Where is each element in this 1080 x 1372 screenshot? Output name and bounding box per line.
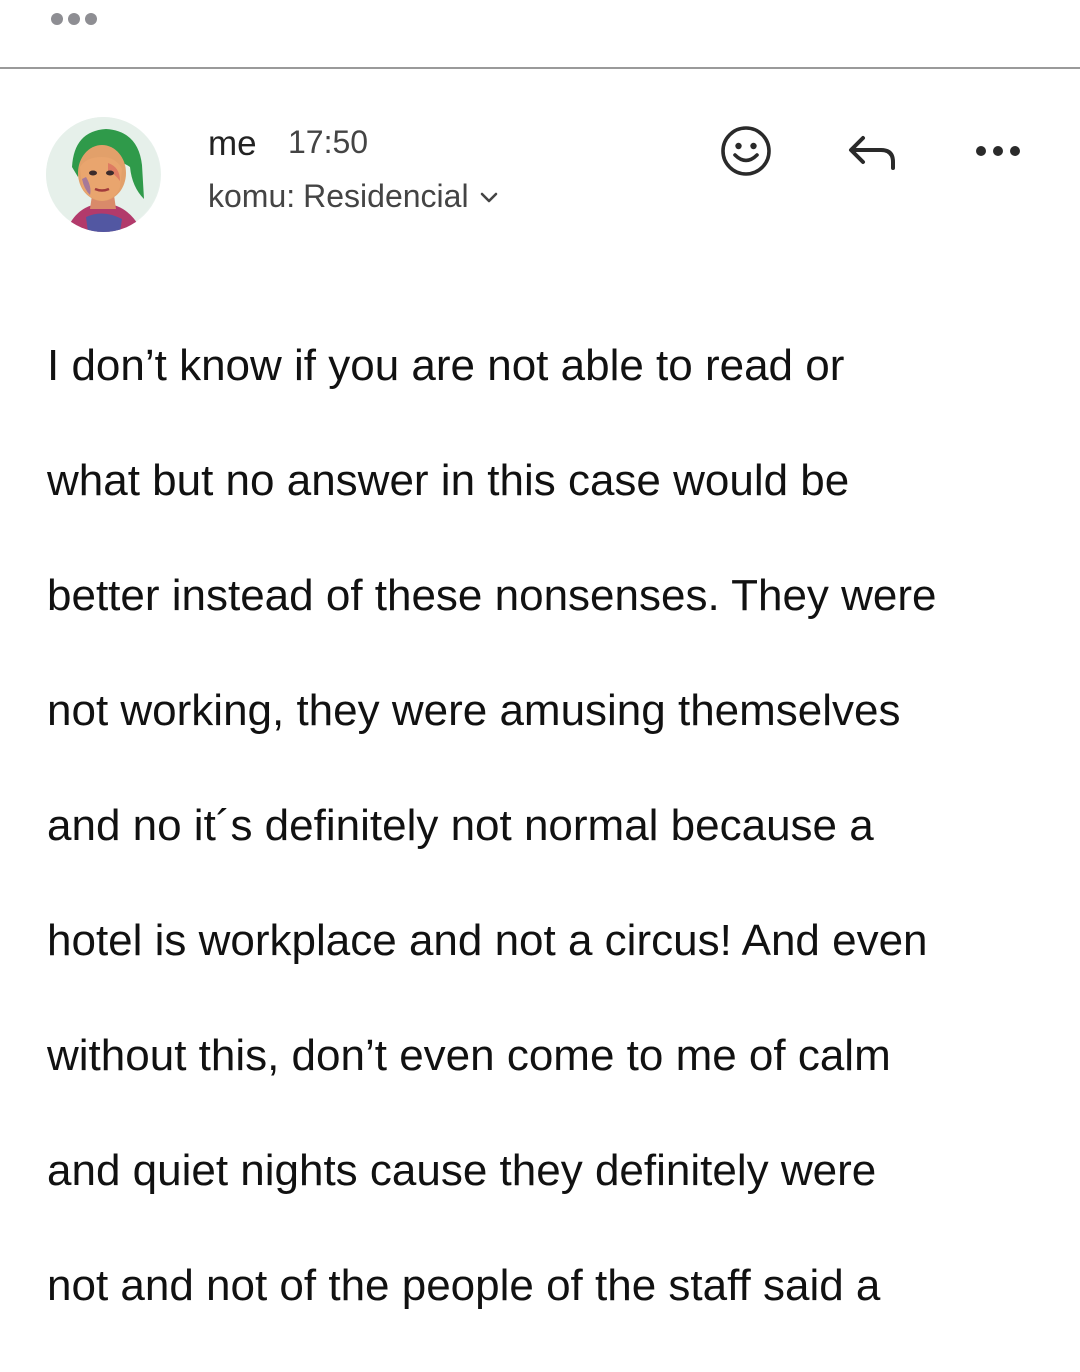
top-toolbar [0, 0, 1080, 69]
smiley-icon [721, 126, 771, 176]
react-emoji-button[interactable] [716, 121, 776, 181]
avatar-portrait-icon [46, 117, 160, 232]
message-time: 17:50 [288, 124, 369, 160]
body-line: and no it´s definitely not normal becaus… [47, 800, 874, 850]
body-line: not working, they were amusing themselve… [47, 685, 901, 735]
dot [993, 146, 1003, 156]
dot [68, 13, 80, 25]
body-line: I don’t know if you are not able to read… [47, 340, 845, 390]
body-line: what but no answer in this case would be [47, 455, 850, 505]
avatar[interactable] [46, 117, 161, 232]
recipient-prefix: komu: [208, 178, 296, 214]
body-line: and quiet nights cause they definitely w… [47, 1145, 877, 1195]
body-line: not and not of the people of the staff s… [47, 1260, 881, 1310]
sender-name: me [208, 124, 257, 163]
more-horizontal-icon [976, 146, 1020, 156]
body-line: hotel is workplace and not a circus! And… [47, 915, 928, 965]
message-body: I don’t know if you are not able to read… [47, 279, 1047, 1372]
recipient-row[interactable]: komu: Residencial [208, 178, 499, 215]
chevron-down-icon [480, 192, 497, 202]
message-more-button[interactable] [968, 121, 1028, 181]
body-line: better instead of these nonsenses. They … [47, 570, 937, 620]
more-horizontal-icon[interactable] [51, 12, 101, 26]
recipient-name: Residencial [303, 178, 469, 214]
dot [976, 146, 986, 156]
dot [1010, 146, 1020, 156]
reply-button[interactable] [842, 121, 902, 181]
dot [85, 13, 97, 25]
reply-arrow-icon [849, 136, 895, 170]
body-line: without this, don’t even come to me of c… [47, 1030, 891, 1080]
dot [51, 13, 63, 25]
